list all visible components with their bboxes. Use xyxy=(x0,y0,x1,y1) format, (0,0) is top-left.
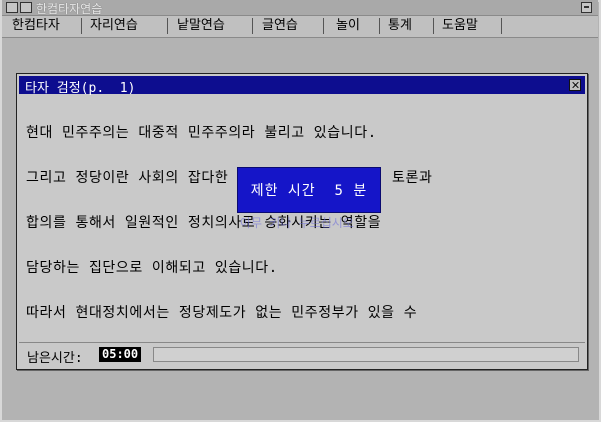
dialog-title: 타자 검정(p. 1) xyxy=(25,81,136,96)
time-limit-popup[interactable]: 제한 시간 5 분 xyxy=(237,167,381,213)
text-line-2: 그리고 정당이란 사회의 잡다한 xyxy=(26,170,229,186)
popup-message: 제한 시간 5 분 xyxy=(250,183,368,199)
popup-hint: 아무 키나 누르십시오 xyxy=(240,216,354,230)
app-title: 한컴타자연습 xyxy=(36,2,103,16)
close-button[interactable] xyxy=(569,79,581,91)
app-titlebar: 한컴타자연습 xyxy=(2,0,598,16)
text-line-1: 현대 민주주의는 대중적 민주주의라 불리고 있습니다. xyxy=(26,125,377,141)
keyboard-icon xyxy=(20,2,32,13)
remaining-time-label: 남은시간: xyxy=(27,351,83,366)
menu-item-word-practice[interactable]: 낱말연습 xyxy=(173,18,253,34)
status-bar: 남은시간: 05:00 xyxy=(19,342,585,367)
typing-input[interactable] xyxy=(153,347,579,362)
menu-item-text-practice[interactable]: 글연습 xyxy=(258,18,324,34)
menu-item-games[interactable]: 놀이 xyxy=(332,18,380,34)
system-menu-icon[interactable] xyxy=(6,2,18,13)
menu-item-statistics[interactable]: 통계 xyxy=(384,18,434,34)
menu-item-help[interactable]: 도움말 xyxy=(438,18,502,34)
menu-item-position-practice[interactable]: 자리연습 xyxy=(86,18,168,34)
menu-item-hancom-typing[interactable]: 한컴타자 xyxy=(8,18,82,34)
text-line-5: 따라서 현대정치에서는 정당제도가 없는 민주정부가 있을 수 xyxy=(26,305,418,321)
text-line-4: 담당하는 집단으로 이해되고 있습니다. xyxy=(26,260,278,276)
dialog-titlebar: 타자 검정(p. 1) xyxy=(19,76,585,96)
menu-bar: 한컴타자 자리연습 낱말연습 글연습 놀이 통계 도움말 xyxy=(2,16,598,38)
minimize-icon[interactable] xyxy=(581,2,592,13)
text-line-2b: 토론과 xyxy=(392,170,433,186)
remaining-time-value: 05:00 xyxy=(99,347,142,362)
